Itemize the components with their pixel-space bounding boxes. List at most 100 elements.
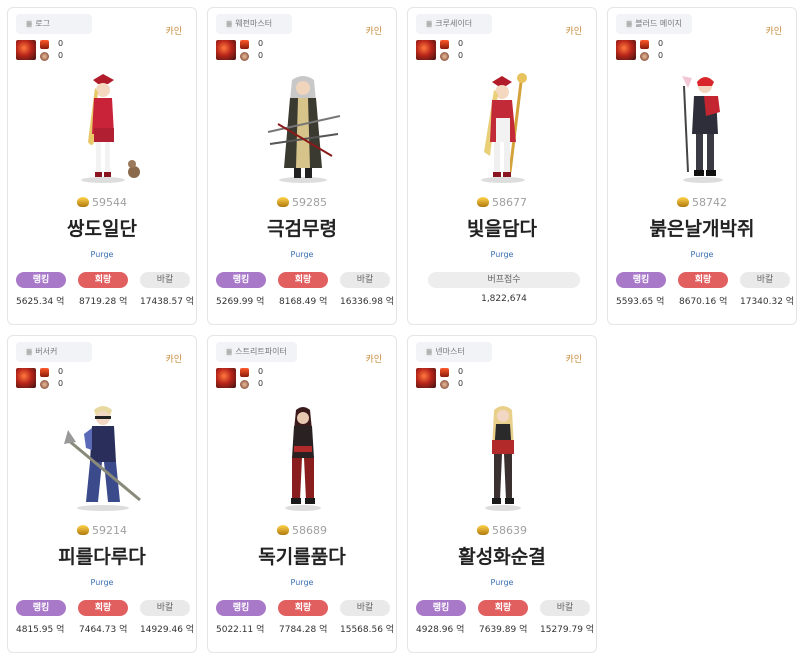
bakal-button[interactable]: 바칼 [140, 600, 190, 616]
character-avatar [248, 400, 358, 518]
ranking-buttons: 랭킹 회랑 바칼 [216, 600, 390, 616]
ranking-button[interactable]: 랭킹 [416, 600, 466, 616]
fame-value: 59214 [92, 524, 127, 537]
ranking-button[interactable]: 랭킹 [216, 272, 266, 288]
character-card[interactable]: ䷀ 로그 카인 0 0 59544 쌍도일단 Purge 랭킹 회랑 바칼 56… [7, 7, 197, 325]
character-name[interactable]: 쌍도일단 [8, 214, 196, 241]
bakal-button[interactable]: 바칼 [340, 600, 390, 616]
damage-values: 5269.99 억 8168.49 억 16336.98 억 [216, 294, 394, 308]
job-label: 로그 [35, 19, 51, 28]
character-avatar [648, 72, 758, 190]
buff-score-button[interactable]: 버프점수 [428, 272, 580, 288]
fame-value: 58742 [692, 196, 727, 209]
character-card[interactable]: ䷀ 크루세이더 카인 0 0 58677 빛을담다 Purge 버프점수 1,8… [407, 7, 597, 325]
character-name[interactable]: 활성화순결 [408, 542, 596, 569]
ranking-value: 5593.65 억 [616, 297, 665, 307]
item-count: 0 [258, 39, 264, 48]
character-avatar [48, 400, 158, 518]
job-tag: ䷀ 로그 [16, 14, 92, 34]
bakal-button[interactable]: 바칼 [740, 272, 790, 288]
bakal-button[interactable]: 바칼 [140, 272, 190, 288]
creature-icon [640, 52, 649, 61]
fame-score: 59214 [8, 524, 196, 537]
medal-icon [77, 525, 89, 535]
ranking-value: 4928.96 억 [416, 625, 465, 635]
creature-icon [40, 52, 49, 61]
ranking-button[interactable]: 랭킹 [16, 272, 66, 288]
character-card[interactable]: ䷀ 웨펀마스터 카인 0 0 59285 극검무령 Purge 랭킹 회랑 바칼… [207, 7, 397, 325]
ranking-buttons: 랭킹 회랑 바칼 [416, 600, 590, 616]
ranking-buttons: 랭킹 회랑 바칼 [16, 600, 190, 616]
character-card[interactable]: ䷀ 블러드 메이지 카인 0 0 58742 붉은날개박쥐 Purge 랭킹 회… [607, 7, 797, 325]
ranking-buttons: 랭킹 회랑 바칼 [16, 272, 190, 288]
item-icon [640, 40, 649, 49]
medal-icon [77, 197, 89, 207]
character-avatar [448, 72, 558, 190]
medal-icon [677, 197, 689, 207]
item-count: 0 [258, 367, 264, 376]
ranking-button[interactable]: 랭킹 [216, 600, 266, 616]
item-count: 0 [458, 367, 464, 376]
damage-values: 4815.95 억 7464.73 억 14929.46 억 [16, 622, 195, 636]
item-icon [240, 368, 249, 377]
server-label: 카인 [165, 27, 182, 37]
corridor-button[interactable]: 회랑 [278, 600, 328, 616]
fame-value: 58689 [292, 524, 327, 537]
corridor-button[interactable]: 회랑 [78, 600, 128, 616]
corridor-button[interactable]: 회랑 [678, 272, 728, 288]
fame-value: 58677 [492, 196, 527, 209]
guild-name[interactable]: Purge [408, 250, 596, 259]
character-card[interactable]: ䷀ 버서커 카인 0 0 59214 피를다루다 Purge 랭킹 회랑 바칼 … [7, 335, 197, 653]
medal-icon [477, 197, 489, 207]
server-label: 카인 [165, 355, 182, 365]
corridor-button[interactable]: 회랑 [478, 600, 528, 616]
skill-icon [616, 40, 636, 60]
guild-name[interactable]: Purge [208, 250, 396, 259]
creature-count: 0 [258, 379, 264, 388]
guild-name[interactable]: Purge [8, 578, 196, 587]
bakal-value: 17340.32 억 [740, 297, 795, 307]
fame-score: 59285 [208, 196, 396, 209]
guild-name[interactable]: Purge [8, 250, 196, 259]
corridor-value: 7464.73 억 [79, 625, 128, 635]
job-label: 넨마스터 [435, 347, 465, 356]
skill-icon [216, 368, 236, 388]
ranking-value: 5625.34 억 [16, 297, 65, 307]
bakal-value: 15568.56 억 [340, 625, 395, 635]
character-name[interactable]: 극검무령 [208, 214, 396, 241]
fame-score: 58742 [608, 196, 796, 209]
fame-value: 59544 [92, 196, 127, 209]
server-label: 카인 [565, 355, 582, 365]
item-icon [240, 40, 249, 49]
character-name[interactable]: 빛을담다 [408, 214, 596, 241]
job-tag: ䷀ 웨펀마스터 [216, 14, 292, 34]
guild-name[interactable]: Purge [408, 578, 596, 587]
guild-name[interactable]: Purge [208, 578, 396, 587]
skill-icon [16, 368, 36, 388]
job-tag: ䷀ 크루세이더 [416, 14, 492, 34]
corridor-button[interactable]: 회랑 [78, 272, 128, 288]
fame-value: 59285 [292, 196, 327, 209]
corridor-value: 7784.28 억 [279, 625, 328, 635]
item-count: 0 [658, 39, 664, 48]
medal-icon [277, 197, 289, 207]
character-avatar [248, 72, 358, 190]
character-card[interactable]: ䷀ 스트리트파이터 카인 0 0 58689 독기를품다 Purge 랭킹 회랑… [207, 335, 397, 653]
character-name[interactable]: 피를다루다 [8, 542, 196, 569]
guild-name[interactable]: Purge [608, 250, 796, 259]
corridor-value: 8168.49 억 [279, 297, 328, 307]
fame-score: 58689 [208, 524, 396, 537]
character-name[interactable]: 붉은날개박쥐 [608, 214, 796, 241]
creature-icon [440, 52, 449, 61]
bakal-button[interactable]: 바칼 [340, 272, 390, 288]
bakal-button[interactable]: 바칼 [540, 600, 590, 616]
character-avatar [448, 400, 558, 518]
ranking-button[interactable]: 랭킹 [16, 600, 66, 616]
corridor-button[interactable]: 회랑 [278, 272, 328, 288]
character-card[interactable]: ䷀ 넨마스터 카인 0 0 58639 활성화순결 Purge 랭킹 회랑 바칼… [407, 335, 597, 653]
ranking-button[interactable]: 랭킹 [616, 272, 666, 288]
bakal-value: 14929.46 억 [140, 625, 195, 635]
character-avatar [48, 72, 158, 190]
character-name[interactable]: 독기를품다 [208, 542, 396, 569]
job-tag: ䷀ 블러드 메이지 [616, 14, 692, 34]
